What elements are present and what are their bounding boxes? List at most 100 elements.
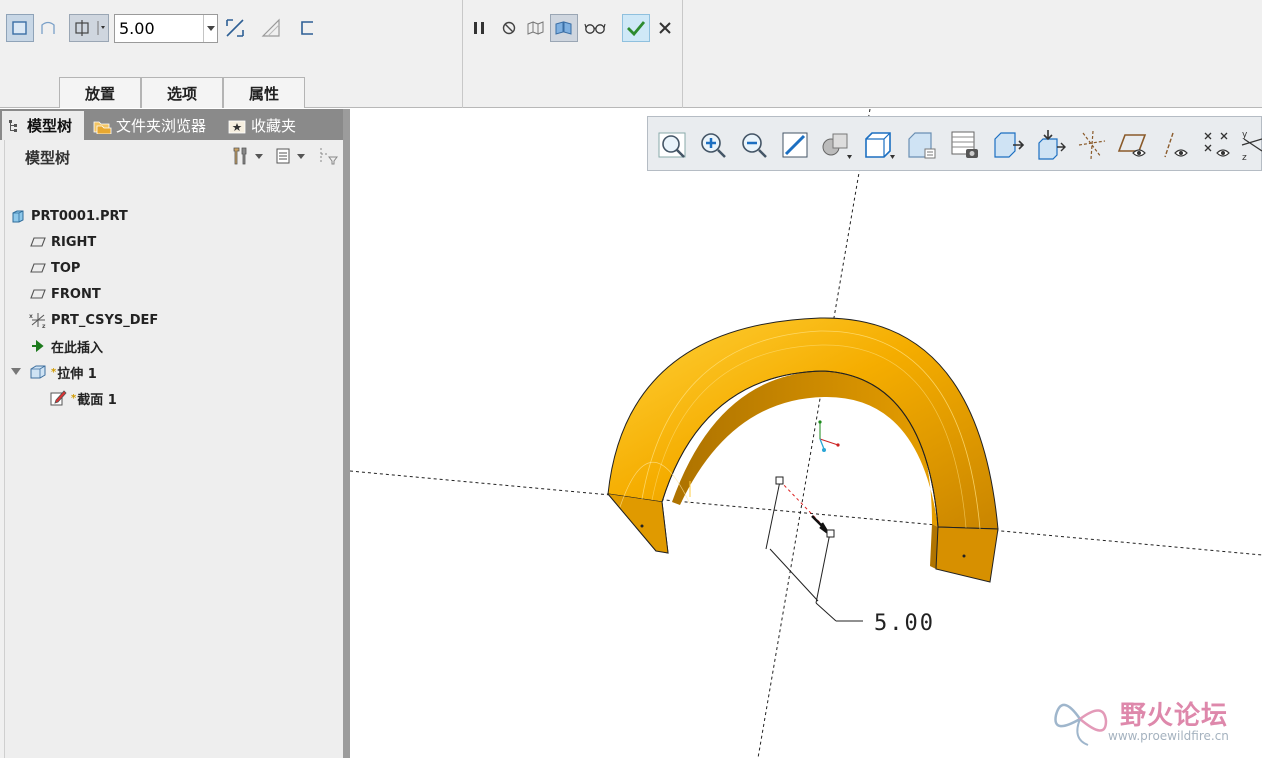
tree-item-label: 拉伸 1 [57, 366, 97, 382]
ok-button[interactable] [622, 14, 650, 42]
zoom-out-button[interactable] [736, 127, 772, 163]
panel-splitter[interactable] [343, 109, 350, 758]
feature-preview-button[interactable] [550, 14, 578, 42]
pause-button[interactable] [465, 14, 493, 42]
cancel-x-icon [659, 22, 671, 34]
tree-filter-button[interactable] [317, 146, 341, 170]
datum-axes-button[interactable] [1074, 127, 1110, 163]
flip-direction-button[interactable] [221, 14, 249, 42]
thicken-sketch-icon [301, 21, 313, 35]
svg-text:y: y [1242, 130, 1248, 140]
navigator-tabs: 模型树 文件夹浏览器 收藏夹 [0, 109, 350, 140]
datum-plane-icon [29, 259, 47, 277]
layers-button[interactable] [947, 127, 983, 163]
tree-settings-icon [233, 147, 247, 165]
tab-folder-browser-label: 文件夹浏览器 [116, 117, 207, 135]
datum-axis-display-button[interactable] [1158, 127, 1194, 163]
view-toolbar: yz [647, 116, 1262, 171]
datum-planes-button[interactable] [1116, 127, 1152, 163]
model-tree-title: 模型树 [25, 149, 71, 167]
repaint-button[interactable] [777, 127, 813, 163]
datum-axis-display-icon [1164, 132, 1188, 158]
flip-direction-icon [226, 19, 244, 37]
tab-placement[interactable]: 放置 [59, 77, 141, 108]
datum-plane-icon [29, 285, 47, 303]
remove-material-button[interactable] [257, 14, 285, 42]
tab-model-tree-label: 模型树 [27, 117, 73, 135]
svg-text:z: z [1242, 153, 1247, 161]
display-style-icon [822, 133, 852, 159]
tree-item-label: TOP [51, 260, 81, 276]
no-preview-icon [502, 21, 516, 35]
spin-center-button[interactable] [1032, 127, 1068, 163]
drag-handle[interactable] [775, 476, 784, 485]
extrude-surface-icon [41, 21, 55, 34]
saved-orientation-button[interactable] [861, 127, 897, 163]
cancel-button[interactable] [651, 14, 679, 42]
spin-center-icon [1038, 130, 1066, 160]
svg-text:x: x [29, 313, 33, 320]
extrude-solid-button[interactable] [6, 14, 34, 42]
no-preview-button[interactable] [495, 14, 523, 42]
tree-item-front-plane[interactable]: FRONT [29, 283, 101, 305]
datum-points-button[interactable] [1200, 127, 1236, 163]
extruded-arch [606, 317, 999, 583]
tab-properties[interactable]: 属性 [223, 77, 305, 108]
refit-button[interactable] [654, 127, 690, 163]
tree-item-label: FRONT [51, 286, 101, 302]
depth-value-input[interactable] [115, 15, 203, 42]
named-views-button[interactable] [904, 127, 940, 163]
verify-preview-button[interactable] [581, 14, 609, 42]
geometry-preview-icon [527, 21, 544, 35]
tree-item-label: PRT0001.PRT [31, 208, 128, 224]
depth-dimension-value[interactable]: 5.00 [874, 611, 935, 636]
chevron-down-icon [297, 153, 305, 159]
section-view-button[interactable] [990, 127, 1026, 163]
model-tree-icon [9, 119, 17, 132]
tree-item-label: PRT_CSYS_DEF [51, 312, 159, 328]
datum-points-icon [1204, 132, 1230, 157]
csys-display-button[interactable]: yz [1238, 127, 1262, 163]
datum-axes-icon [1078, 130, 1106, 160]
verify-preview-icon [584, 23, 606, 34]
datum-plane-icon [29, 233, 47, 251]
tab-options[interactable]: 选项 [141, 77, 223, 108]
depth-value-combo[interactable] [114, 14, 218, 43]
display-style-button[interactable] [818, 127, 854, 163]
dashboard-divider [682, 0, 683, 108]
tree-filter-icon [320, 148, 338, 165]
tree-item-section[interactable]: * 截面 1 [49, 387, 117, 409]
extrude-surface-button[interactable] [34, 14, 62, 42]
tree-item-csys[interactable]: xz PRT_CSYS_DEF [29, 309, 158, 331]
depth-option-dropdown[interactable] [69, 14, 109, 42]
depth-drag-handle[interactable] [826, 529, 835, 538]
folder-icon [93, 121, 112, 134]
tree-item-extrude[interactable]: * 拉伸 1 [11, 361, 97, 383]
tree-columns-icon [276, 148, 290, 164]
thicken-sketch-button[interactable] [293, 14, 321, 42]
tree-show-button[interactable] [275, 147, 305, 165]
tab-model-tree[interactable]: 模型树 [2, 111, 84, 140]
tree-item-part[interactable]: PRT0001.PRT [9, 205, 128, 227]
extrude-feature-icon [29, 363, 47, 381]
graphics-window[interactable]: 5.00 y z 野火论坛 www.proewildfire.cn [350, 109, 1262, 758]
tab-favorites[interactable]: 收藏夹 [222, 111, 304, 140]
tree-item-top-plane[interactable]: TOP [29, 257, 80, 279]
geometry-preview-button[interactable] [522, 14, 550, 42]
tree-item-right-plane[interactable]: RIGHT [29, 231, 96, 253]
sketch-icon [49, 389, 67, 407]
tree-item-label: RIGHT [51, 234, 97, 250]
tab-folder-browser[interactable]: 文件夹浏览器 [86, 111, 218, 140]
extrude-dashboard: 放置 选项 属性 [0, 0, 1262, 108]
section-view-icon [994, 132, 1025, 158]
chevron-down-icon[interactable] [203, 15, 217, 42]
expand-arrow-icon[interactable] [11, 368, 21, 376]
tree-settings-button[interactable] [231, 146, 263, 166]
csys-triad [818, 420, 840, 452]
zoom-in-button[interactable] [695, 127, 731, 163]
model-view: 5.00 [350, 109, 1262, 758]
model-tree: 模型树 PRT0001.PRT RIGHT TOP FRONT x z PRT_… [4, 140, 343, 758]
pause-icon [474, 22, 484, 34]
insert-arrow-icon [29, 337, 47, 355]
tree-item-insert-here[interactable]: 在此插入 [29, 335, 103, 357]
